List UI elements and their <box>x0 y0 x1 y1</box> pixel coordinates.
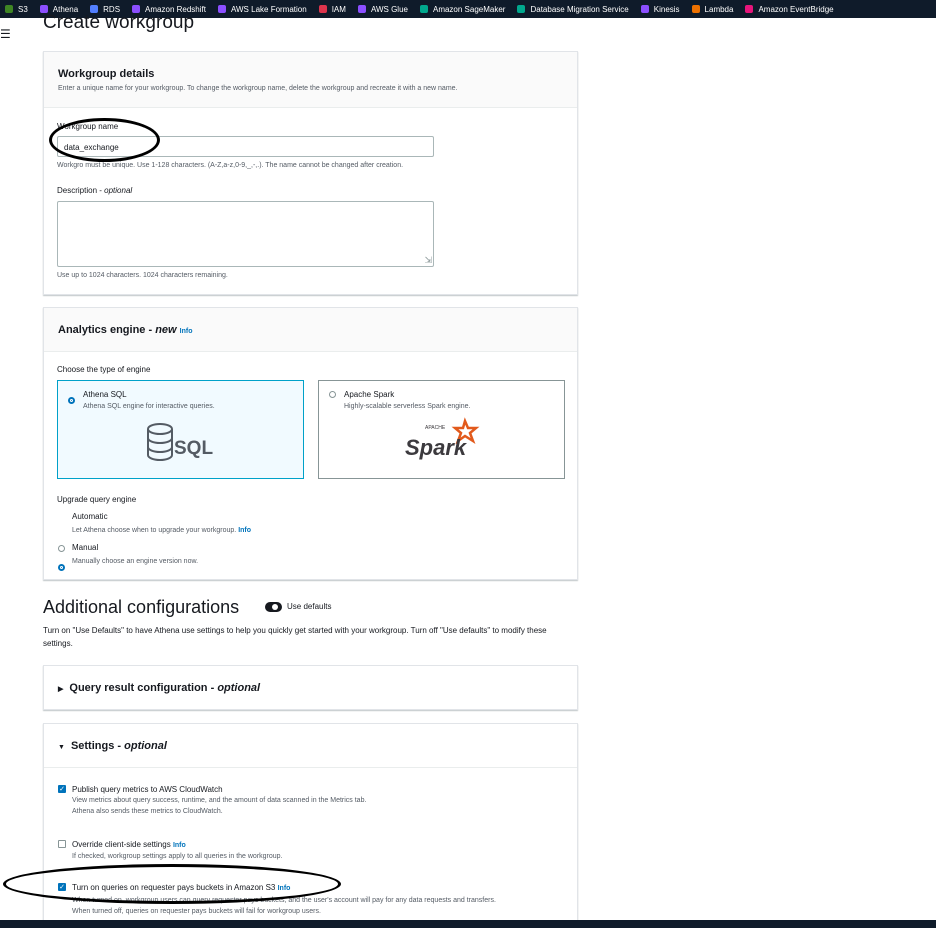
automatic-title: Automatic <box>72 512 108 521</box>
desc-optional: optional <box>104 186 133 195</box>
query-result-title: Query result configuration - <box>69 682 215 694</box>
bookmark-item[interactable]: AWS Glue <box>357 4 408 14</box>
panel-description: Enter a unique name for your workgroup. … <box>58 85 458 92</box>
sql-logo-icon: SQL <box>146 422 226 471</box>
publish-metrics-description-2: Athena also sends these metrics to Cloud… <box>72 808 223 815</box>
menu-icon[interactable]: ☰ <box>0 27 11 41</box>
title-new: new <box>155 324 177 336</box>
bookmark-item[interactable]: AWS Lake Formation <box>217 4 307 14</box>
settings-optional: optional <box>124 740 167 752</box>
bookmark-label: Lambda <box>704 4 734 14</box>
apache-spark-radio[interactable] <box>329 391 336 398</box>
annotation-ellipse-name <box>49 118 160 162</box>
annotation-ellipse-requester-pays <box>3 864 341 904</box>
description-textarea[interactable]: ⇲ <box>57 201 434 267</box>
panel-header: Workgroup details Enter a unique name fo… <box>44 52 577 108</box>
bookmark-label: IAM <box>331 4 346 14</box>
workgroup-details-panel: Workgroup details Enter a unique name fo… <box>43 51 578 295</box>
athena-sql-description: Athena SQL engine for interactive querie… <box>83 403 215 410</box>
use-defaults-label: Use defaults <box>287 602 332 611</box>
hint-text: must be unique. Use 1-128 characters. (A… <box>85 162 404 169</box>
bookmark-item[interactable]: Kinesis <box>640 4 680 14</box>
bookmark-service-icon <box>357 5 366 13</box>
bookmark-label: S3 <box>18 4 28 14</box>
bookmark-label: AWS Glue <box>370 4 408 14</box>
bookmark-service-icon <box>517 5 526 13</box>
settings-title: Settings - <box>70 740 122 752</box>
additional-configurations-heading: Additional configurations <box>43 597 240 617</box>
hint-prefix: Workgro <box>57 162 84 169</box>
query-result-header[interactable]: ▶ Query result configuration - optional <box>58 682 260 694</box>
page-title: Create workgroup <box>43 12 195 33</box>
panel-header: Analytics engine - new Info <box>44 308 577 352</box>
automatic-description: Let Athena choose when to upgrade your w… <box>72 527 251 534</box>
bookmark-item[interactable]: S3 <box>5 5 28 14</box>
bookmark-item[interactable]: Amazon EventBridge <box>745 4 834 14</box>
spark-logo-icon: APACHE Spark <box>403 417 483 466</box>
bookmark-service-icon <box>691 5 700 13</box>
requester-pays-description-2: When turned off, queries on requester pa… <box>72 908 321 915</box>
bookmark-label: Amazon EventBridge <box>758 4 834 14</box>
bottom-status-bar <box>0 920 936 928</box>
override-title-text: Override client-side settings <box>72 840 171 849</box>
info-link[interactable]: Info <box>238 527 251 534</box>
toggle-knob <box>272 604 278 610</box>
additional-configurations-description: Turn on "Use Defaults" to have Athena us… <box>43 626 547 648</box>
manual-description: Manually choose an engine version now. <box>72 558 199 565</box>
bookmark-item[interactable]: Lambda <box>691 4 734 14</box>
manual-title: Manual <box>72 543 99 552</box>
caret-right-icon: ▶ <box>58 686 64 693</box>
publish-metrics-checkbox[interactable]: ✓ <box>58 785 66 793</box>
panel-title: Workgroup details <box>58 68 155 80</box>
manual-radio[interactable] <box>58 545 65 552</box>
description-hint: Use up to 1024 characters. 1024 characte… <box>57 272 228 279</box>
publish-metrics-description-1: View metrics about query success, runtim… <box>72 797 367 804</box>
bookmark-service-icon <box>745 5 754 13</box>
bookmark-item[interactable]: IAM <box>318 4 346 14</box>
settings-header[interactable]: ▼ Settings - optional <box>58 740 167 752</box>
spark-logo-text: Spark <box>405 435 468 460</box>
title-text: Analytics engine - <box>58 324 153 336</box>
sql-logo-text: SQL <box>174 438 213 459</box>
override-client-title: Override client-side settings Info <box>72 840 186 849</box>
description-label: Description - optional <box>57 186 132 195</box>
use-defaults-toggle[interactable] <box>265 602 282 612</box>
resize-handle-icon[interactable]: ⇲ <box>424 255 432 266</box>
bookmark-service-icon <box>419 5 428 13</box>
athena-sql-radio[interactable] <box>68 397 75 404</box>
override-client-description: If checked, workgroup settings apply to … <box>72 853 283 860</box>
panel-header[interactable]: ▼ Settings - optional <box>44 724 577 768</box>
bookmark-label: AWS Lake Formation <box>230 4 307 14</box>
engine-type-label: Choose the type of engine <box>57 365 151 374</box>
bookmark-service-icon <box>318 5 327 13</box>
query-result-configuration-panel[interactable]: ▶ Query result configuration - optional <box>43 665 578 710</box>
upgrade-engine-label: Upgrade query engine <box>57 495 137 504</box>
info-link[interactable]: Info <box>173 842 186 849</box>
apache-spark-card[interactable]: Apache Spark Highly-scalable serverless … <box>318 380 565 479</box>
info-link[interactable]: Info <box>180 328 193 335</box>
bookmark-service-icon <box>640 5 649 13</box>
automatic-desc-text: Let Athena choose when to upgrade your w… <box>72 527 237 534</box>
athena-sql-card[interactable]: Athena SQL Athena SQL engine for interac… <box>57 380 304 479</box>
spark-logo-apache: APACHE <box>425 425 446 431</box>
automatic-radio[interactable] <box>58 564 65 571</box>
desc-label-text: Description - <box>57 186 102 195</box>
publish-metrics-title: Publish query metrics to AWS CloudWatch <box>72 785 223 794</box>
bookmark-service-icon <box>5 5 13 13</box>
analytics-engine-panel: Analytics engine - new Info Choose the t… <box>43 307 578 580</box>
override-client-checkbox[interactable] <box>58 840 66 848</box>
bookmark-service-icon <box>217 5 226 13</box>
workgroup-name-hint: Workgro must be unique. Use 1-128 charac… <box>57 162 403 169</box>
bookmark-item[interactable]: Amazon SageMaker <box>419 4 506 14</box>
query-result-optional: optional <box>217 682 261 694</box>
apache-spark-title: Apache Spark <box>344 390 395 399</box>
caret-down-icon: ▼ <box>58 744 65 751</box>
panel-title: Analytics engine - new Info <box>58 324 193 336</box>
athena-sql-title: Athena SQL <box>83 390 127 399</box>
bookmark-item[interactable]: Database Migration Service <box>517 4 629 14</box>
bookmark-label: Amazon SageMaker <box>432 4 506 14</box>
bookmark-label: Database Migration Service <box>530 4 629 14</box>
bookmark-label: Kinesis <box>653 4 680 14</box>
apache-spark-description: Highly-scalable serverless Spark engine. <box>344 403 471 410</box>
